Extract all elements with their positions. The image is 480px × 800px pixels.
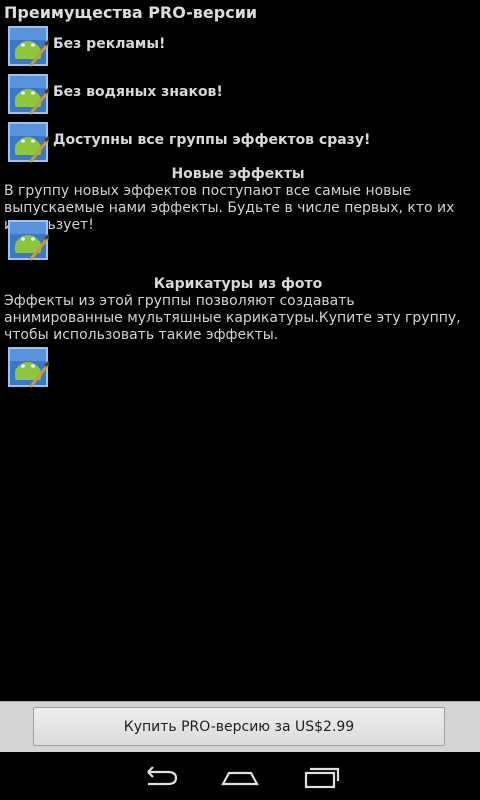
back-icon[interactable]	[136, 760, 184, 794]
section-description-new-effects: В группу новых эффектов поступают все са…	[4, 183, 455, 233]
app-screen: Преимущества PRO-версии Без рекламы! Без…	[0, 0, 480, 800]
paint-app-icon	[7, 121, 49, 163]
feature-no-ads: Без рекламы!	[7, 25, 477, 67]
feature-no-watermarks: Без водяных знаков!	[7, 73, 477, 115]
purchase-bar: Купить PRO-версию за US$2.99	[0, 701, 480, 752]
page-title: Преимущества PRO-версии	[4, 3, 258, 22]
feature-label: Без водяных знаков!	[53, 84, 223, 100]
recent-apps-icon[interactable]	[296, 760, 344, 794]
section-description-caricatures: Эффекты из этой группы позволяют создава…	[4, 293, 461, 343]
feature-label: Доступны все группы эффектов сразу!	[53, 132, 371, 148]
system-nav-bar	[0, 752, 480, 800]
paint-app-icon	[7, 25, 49, 67]
caricatures-icon[interactable]	[7, 346, 49, 388]
new-effects-icon[interactable]	[7, 219, 49, 261]
section-heading-new-effects: Новые эффекты	[171, 166, 305, 182]
buy-pro-button[interactable]: Купить PRO-версию за US$2.99	[33, 707, 445, 746]
section-heading-caricatures: Карикатуры из фото	[153, 276, 323, 292]
feature-label: Без рекламы!	[53, 36, 166, 52]
feature-all-groups: Доступны все группы эффектов сразу!	[7, 121, 477, 163]
home-icon[interactable]	[216, 760, 264, 794]
paint-app-icon	[7, 73, 49, 115]
